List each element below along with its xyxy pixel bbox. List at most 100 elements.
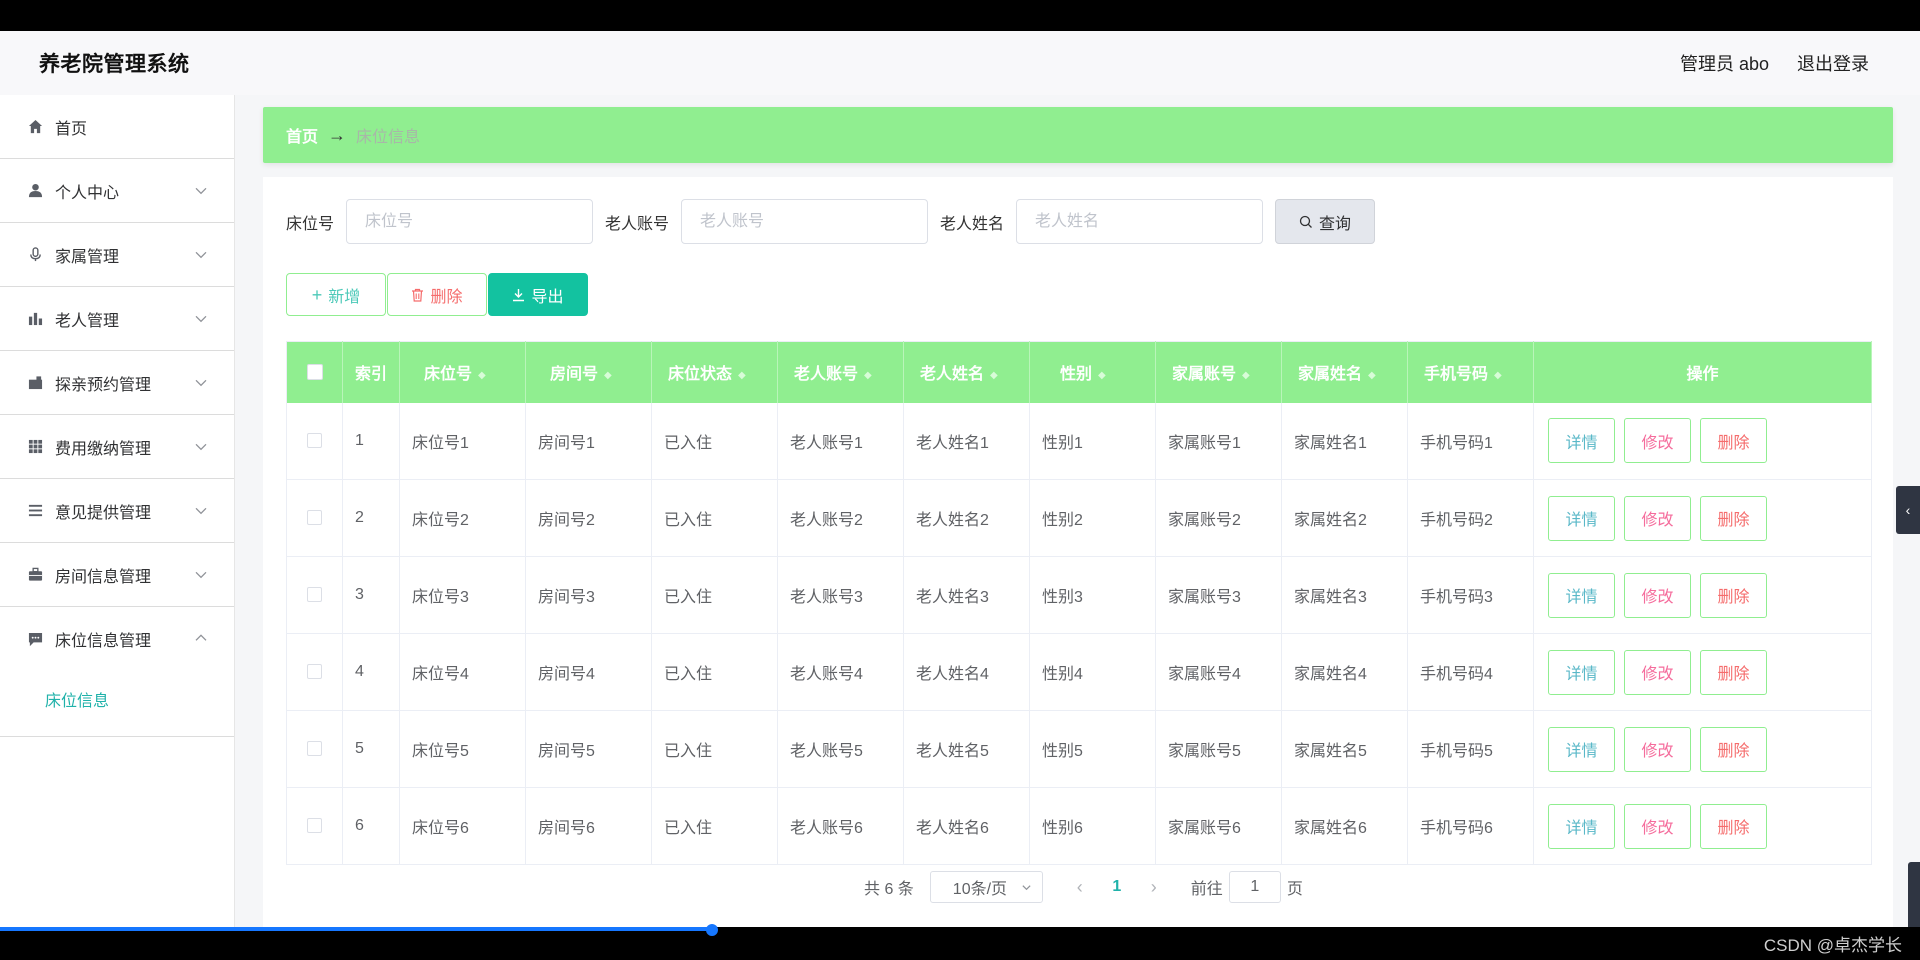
sidebar-item-feedback[interactable]: 意见提供管理 [0,479,234,543]
sidebar: 首页 个人中心 家属管理 老人管理 探亲预约管理 费用缴纳管理 意见提供管理 房… [0,95,235,927]
column-header-room-number[interactable]: 房间号 ◆ [525,341,652,403]
playback-progress[interactable] [0,927,712,931]
cell-elder-name: 老人姓名4 [903,633,1030,711]
row-select-cell [286,556,343,634]
column-header-phone[interactable]: 手机号码 ◆ [1407,341,1534,403]
chevron-down-icon [1022,884,1031,890]
sidebar-item-label: 首页 [55,120,88,138]
elder-account-input[interactable] [681,199,929,244]
collapse-panel-tab[interactable]: ‹ [1896,486,1920,534]
delete-button[interactable]: 删除 [1700,726,1767,772]
table-row: 4 床位号4 房间号4 已入住 老人账号4 老人姓名4 性别4 家属账号4 家属姓名4 手机号码4… [286,633,1872,711]
detail-button[interactable]: 详情 [1548,803,1615,849]
cell-index: 4 [342,633,400,711]
edit-button[interactable]: 修改 [1624,726,1691,772]
detail-button[interactable]: 详情 [1548,418,1615,464]
delete-button[interactable]: 删除 [1700,495,1767,541]
detail-button[interactable]: 详情 [1548,726,1615,772]
table-row: 2 床位号2 房间号2 已入住 老人账号2 老人姓名2 性别2 家属账号2 家属姓名2 手机号码2… [286,479,1872,557]
edit-button[interactable]: 修改 [1624,495,1691,541]
edit-button[interactable]: 修改 [1624,803,1691,849]
cell-family-name: 家属姓名6 [1281,787,1408,865]
sidebar-item-label: 探亲预约管理 [55,376,152,394]
page-number-current[interactable]: 1 [1095,878,1139,896]
breadcrumb-arrow: → [328,124,347,145]
elder-name-input[interactable] [1016,199,1264,244]
sidebar-item-bed-info[interactable]: 床位信息管理 [0,607,234,671]
home-icon [27,119,43,135]
sidebar-item-elder-management[interactable]: 老人管理 [0,287,234,351]
sidebar-item-label: 家属管理 [55,248,120,266]
column-header-family-name[interactable]: 家属姓名 ◆ [1281,341,1408,403]
row-checkbox[interactable] [307,818,322,834]
cell-index: 6 [342,787,400,865]
sort-icon: ◆ [478,369,486,381]
detail-button[interactable]: 详情 [1548,649,1615,695]
edit-button[interactable]: 修改 [1624,649,1691,695]
delete-button-label: 删除 [430,288,463,306]
row-checkbox[interactable] [307,587,322,603]
cell-phone: 手机号码3 [1407,556,1534,634]
row-checkbox[interactable] [307,433,322,449]
trash-icon [412,288,424,302]
query-button[interactable]: 查询 [1275,199,1376,244]
sidebar-item-family-management[interactable]: 家属管理 [0,223,234,287]
column-header-bed-status[interactable]: 床位状态 ◆ [651,341,778,403]
sidebar-item-visit-appointment[interactable]: 探亲预约管理 [0,351,234,415]
cell-room-number: 房间号6 [525,787,652,865]
sidebar-submenu-bed-info: 床位信息 [0,671,234,737]
column-header-elder-name[interactable]: 老人姓名 ◆ [903,341,1030,403]
logout-link[interactable]: 退出登录 [1797,50,1869,76]
delete-button[interactable]: 删除 [1700,649,1767,695]
bed-number-input[interactable] [346,199,594,244]
edit-button[interactable]: 修改 [1624,572,1691,618]
cell-family-account: 家属账号2 [1155,479,1282,557]
side-scroll-handle[interactable] [1908,862,1920,927]
row-checkbox[interactable] [307,741,322,757]
cell-phone: 手机号码4 [1407,633,1534,711]
delete-button[interactable]: 删除 [1700,803,1767,849]
row-select-cell [286,402,343,480]
breadcrumb-home-link[interactable]: 首页 [286,123,318,147]
sidebar-item-personal-center[interactable]: 个人中心 [0,159,234,223]
select-all-checkbox[interactable] [306,364,323,381]
cell-family-name: 家属姓名1 [1281,402,1408,480]
column-header-label: 老人账号 [794,366,859,384]
row-checkbox[interactable] [307,510,322,526]
delete-button[interactable]: 删除 [1700,572,1767,618]
detail-button[interactable]: 详情 [1548,495,1615,541]
export-button[interactable]: 导出 [488,273,588,316]
progress-handle[interactable] [706,924,718,936]
sidebar-item-home[interactable]: 首页 [0,95,234,159]
column-header-family-account[interactable]: 家属账号 ◆ [1155,341,1282,403]
detail-button[interactable]: 详情 [1548,572,1615,618]
sidebar-item-label: 老人管理 [55,312,120,330]
column-header-bed-number[interactable]: 床位号 ◆ [399,341,526,403]
cell-family-account: 家属账号1 [1155,402,1282,480]
sidebar-subitem-bed-info[interactable]: 床位信息 [45,687,109,711]
column-header-elder-account[interactable]: 老人账号 ◆ [777,341,904,403]
page-size-select[interactable]: 10条/页 [929,871,1043,903]
sidebar-item-fee-payment[interactable]: 费用缴纳管理 [0,415,234,479]
select-all-cell [286,341,343,403]
cell-elder-name: 老人姓名5 [903,710,1030,788]
cell-family-account: 家属账号6 [1155,787,1282,865]
cell-elder-name: 老人姓名3 [903,556,1030,634]
cell-elder-name: 老人姓名1 [903,402,1030,480]
main-area: 首页 → 床位信息 床位号 老人账号 老人姓名 查询 + 新增 [236,95,1920,927]
briefcase-icon [27,375,43,391]
row-checkbox[interactable] [307,664,322,680]
column-header-gender[interactable]: 性别 ◆ [1029,341,1156,403]
batch-delete-button[interactable]: 删除 [387,273,487,316]
sidebar-item-room-info[interactable]: 房间信息管理 [0,543,234,607]
next-page-button[interactable]: › [1139,877,1169,898]
chevron-down-icon [195,187,207,194]
goto-page-input[interactable] [1228,871,1281,903]
edit-button[interactable]: 修改 [1624,418,1691,464]
add-button[interactable]: + 新增 [286,273,386,316]
current-user: 管理员 abo [1679,54,1769,74]
cell-elder-account: 老人账号3 [777,556,904,634]
prev-page-button[interactable]: ‹ [1065,877,1095,898]
breadcrumb-current: 床位信息 [356,129,421,146]
delete-button[interactable]: 删除 [1700,418,1767,464]
